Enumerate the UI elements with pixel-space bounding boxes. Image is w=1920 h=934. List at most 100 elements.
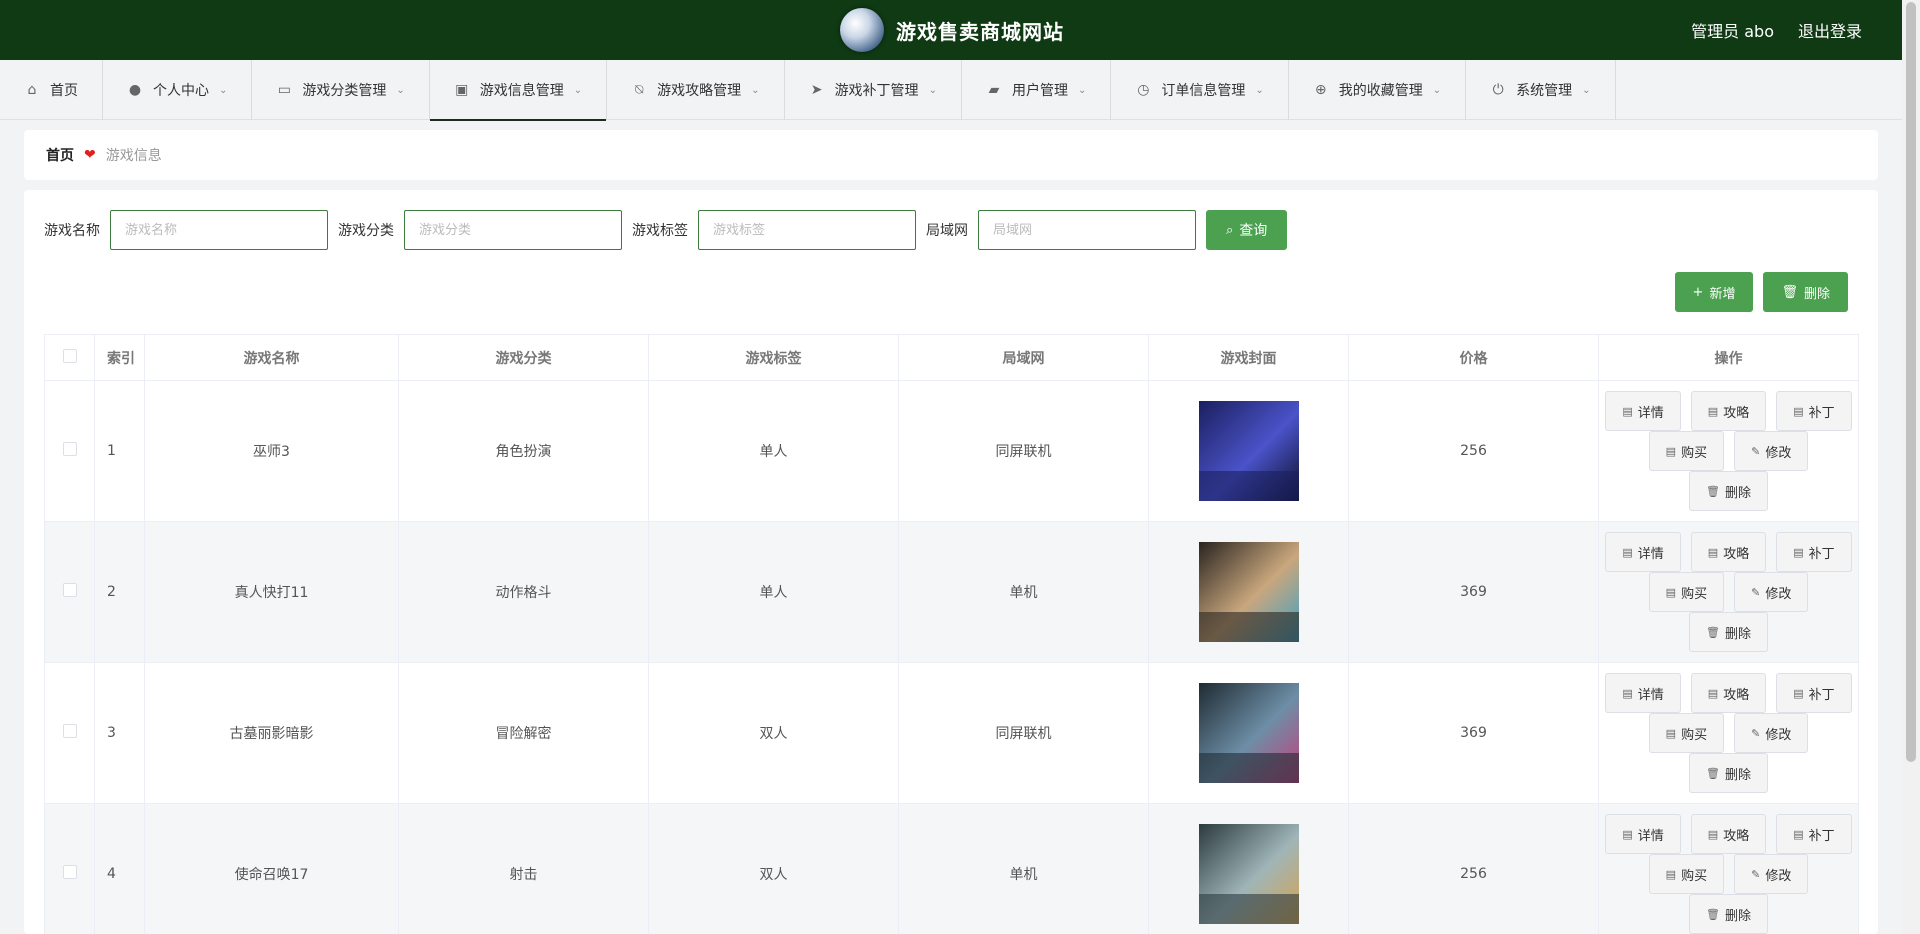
patch-button[interactable]: ▤ 补丁 — [1776, 814, 1852, 854]
row-price: 369 — [1348, 662, 1599, 804]
game-table: 索引 游戏名称 游戏分类 游戏标签 局域网 游戏封面 价格 操作 1 巫师3 角… — [44, 334, 1859, 934]
row-checkbox[interactable] — [62, 442, 77, 456]
column-header: 操作 — [1598, 334, 1859, 381]
document-icon: ▤ — [1793, 827, 1804, 841]
edit-icon: ✎ — [1751, 585, 1761, 599]
game-tag-input[interactable] — [698, 210, 916, 250]
nav-item-home[interactable]: ⌂ 首页 — [0, 60, 103, 120]
row-ops: ▤ 详情 ▤ 攻略 ▤ 补丁 ▤ 购买 ✎ 修改 🗑 删除 — [1598, 380, 1859, 522]
delete-label: 删除 — [1724, 485, 1751, 501]
breadcrumb: 首页 ❤ 游戏信息 — [24, 130, 1878, 180]
logout-link[interactable]: 退出登录 — [1798, 18, 1862, 42]
buy-button[interactable]: ▤ 购买 — [1648, 431, 1725, 471]
nav-item-guide[interactable]: ⍉ 游戏攻略管理 ⌄ — [607, 60, 785, 120]
chevron-down-icon: ⌄ — [751, 84, 760, 96]
document-icon: ▤ — [1622, 827, 1633, 841]
nav-item-label: 游戏补丁管理 — [834, 83, 919, 99]
row-index: 4 — [94, 803, 145, 934]
nav-item-profile[interactable]: ● 个人中心 ⌄ — [103, 60, 253, 120]
game-category-label: 游戏分类 — [338, 223, 394, 239]
chevron-down-icon: ⌄ — [1432, 84, 1442, 96]
breadcrumb-home[interactable]: 首页 — [46, 145, 74, 165]
edit-button[interactable]: ✎ 修改 — [1734, 572, 1809, 612]
patch-button[interactable]: ▤ 补丁 — [1776, 532, 1852, 572]
row-select-cell — [44, 521, 95, 663]
column-header: 游戏标签 — [648, 334, 899, 381]
top-bar: 游戏售卖商城网站 管理员 abo 退出登录 — [0, 0, 1902, 60]
heart-icon: ❤ — [84, 147, 96, 163]
lan-input[interactable] — [978, 210, 1196, 250]
row-cover-cell — [1148, 662, 1349, 804]
nav-item-patch[interactable]: ➤ 游戏补丁管理 ⌄ — [785, 60, 962, 120]
nav-item-favorites[interactable]: ⊕ 我的收藏管理 ⌄ — [1289, 60, 1467, 120]
patch-button[interactable]: ▤ 补丁 — [1776, 391, 1852, 431]
buy-button[interactable]: ▤ 购买 — [1648, 572, 1725, 612]
buy-button[interactable]: ▤ 购买 — [1648, 854, 1725, 894]
detail-button[interactable]: ▤ 详情 — [1605, 391, 1681, 431]
document-icon: ▤ — [1707, 545, 1719, 559]
add-button[interactable]: + 新增 — [1674, 272, 1754, 312]
chart-icon: ▣ — [455, 82, 469, 98]
delete-label: 删除 — [1724, 767, 1751, 783]
row-checkbox[interactable] — [62, 583, 77, 597]
buy-label: 购买 — [1681, 445, 1708, 461]
row-select-cell — [44, 662, 95, 804]
power-icon: ⏻ — [1492, 82, 1504, 98]
scrollbar-thumb[interactable] — [1906, 2, 1916, 762]
query-button[interactable]: ⌕ 查询 — [1206, 210, 1288, 250]
nav-item-users[interactable]: ▰ 用户管理 ⌄ — [962, 60, 1112, 120]
row-category: 冒险解密 — [398, 662, 649, 804]
bell-off-icon: ⍉ — [634, 82, 644, 98]
edit-icon: ✎ — [1751, 444, 1761, 458]
detail-button[interactable]: ▤ 详情 — [1605, 532, 1681, 572]
trash-icon: 🗑 — [1706, 484, 1720, 498]
detail-button[interactable]: ▤ 详情 — [1605, 673, 1681, 713]
edit-button[interactable]: ✎ 修改 — [1734, 854, 1809, 894]
batch-delete-button[interactable]: 🗑 删除 — [1763, 272, 1848, 312]
nav-item-category[interactable]: ▭ 游戏分类管理 ⌄ — [252, 60, 430, 120]
guide-button[interactable]: ▤ 攻略 — [1690, 814, 1767, 854]
game-cover-image — [1198, 824, 1299, 924]
document-icon: ▤ — [1793, 545, 1804, 559]
chevron-down-icon: ⌄ — [396, 84, 405, 96]
row-lan: 单机 — [898, 521, 1149, 663]
delete-button[interactable]: 🗑 删除 — [1689, 471, 1768, 511]
buy-button[interactable]: ▤ 购买 — [1648, 713, 1725, 753]
buy-label: 购买 — [1681, 727, 1708, 743]
edit-label: 修改 — [1765, 868, 1792, 884]
detail-button[interactable]: ▤ 详情 — [1605, 814, 1681, 854]
delete-button[interactable]: 🗑 删除 — [1689, 753, 1768, 793]
chevron-down-icon: ⌄ — [573, 84, 583, 96]
row-select-cell — [44, 380, 95, 522]
row-index: 2 — [94, 521, 145, 663]
select-all-checkbox[interactable] — [62, 348, 77, 363]
delete-button[interactable]: 🗑 删除 — [1689, 612, 1768, 652]
nav-item-label: 游戏攻略管理 — [657, 83, 742, 99]
delete-button[interactable]: 🗑 删除 — [1689, 894, 1768, 934]
game-name-input[interactable] — [110, 210, 328, 250]
patch-button[interactable]: ▤ 补丁 — [1776, 673, 1852, 713]
guide-button[interactable]: ▤ 攻略 — [1690, 391, 1767, 431]
nav-item-system[interactable]: ⏻ 系统管理 ⌄ — [1466, 60, 1616, 120]
trash-icon: 🗑 — [1706, 907, 1720, 921]
edit-button[interactable]: ✎ 修改 — [1734, 431, 1809, 471]
guide-button[interactable]: ▤ 攻略 — [1690, 532, 1767, 572]
table-row: 4 使命召唤17 射击 双人 单机 256 ▤ 详情 ▤ 攻略 ▤ 补丁 ▤ 购买 ✎ 修… — [44, 803, 1859, 934]
action-buttons: + 新增 🗑 删除 — [1665, 272, 1848, 312]
edit-button[interactable]: ✎ 修改 — [1734, 713, 1809, 753]
row-checkbox[interactable] — [62, 865, 77, 879]
site-title: 游戏售卖商城网站 — [896, 19, 1064, 44]
row-checkbox[interactable] — [62, 724, 77, 738]
vertical-scrollbar[interactable] — [1902, 0, 1920, 934]
edit-label: 修改 — [1765, 445, 1792, 461]
guide-button[interactable]: ▤ 攻略 — [1690, 673, 1767, 713]
column-header: 游戏分类 — [398, 334, 649, 381]
send-icon: ➤ — [810, 82, 823, 98]
game-category-input[interactable] — [404, 210, 622, 250]
table-header: 索引 游戏名称 游戏分类 游戏标签 局域网 游戏封面 价格 操作 — [44, 334, 1859, 381]
nav-item-game-info[interactable]: ▣ 游戏信息管理 ⌄ — [429, 60, 608, 121]
row-price: 256 — [1348, 803, 1599, 934]
nav-item-orders[interactable]: ◷ 订单信息管理 ⌄ — [1111, 60, 1289, 120]
row-ops: ▤ 详情 ▤ 攻略 ▤ 补丁 ▤ 购买 ✎ 修改 🗑 删除 — [1598, 521, 1859, 663]
buy-label: 购买 — [1681, 868, 1708, 884]
